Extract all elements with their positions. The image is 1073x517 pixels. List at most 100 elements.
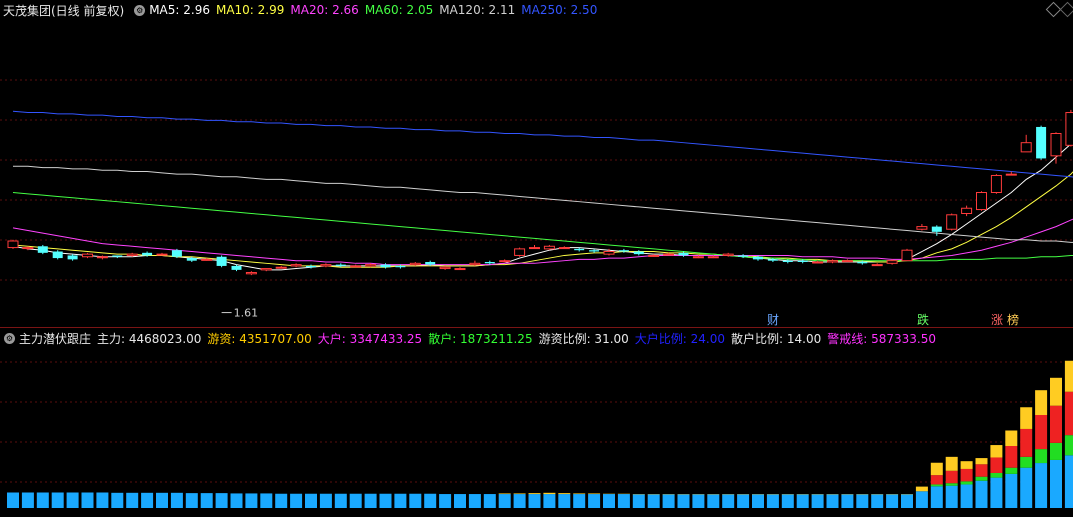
stack-bar-green: [1005, 467, 1018, 474]
candle-body: [722, 253, 734, 256]
stack-bar-green: [1035, 449, 1048, 464]
stack-bar-blue: [349, 493, 362, 508]
candle-body: [409, 262, 421, 266]
candle-body: [782, 260, 793, 262]
stack-bar-blue: [111, 492, 124, 508]
candle-body: [260, 268, 272, 271]
capital-bar-chart[interactable]: [0, 347, 1073, 512]
stack-bar-red: [1005, 446, 1018, 468]
candle-body: [112, 255, 123, 257]
candle-body: [306, 265, 316, 268]
youzi-label: 游资: 4351707.00: [207, 331, 312, 346]
candle-body: [320, 264, 332, 267]
stack-bar-yellow: [498, 493, 511, 495]
stack-bar-red: [930, 475, 943, 485]
stack-bar-blue: [766, 494, 779, 508]
tag-zhang[interactable]: 涨: [991, 311, 1003, 328]
stack-bar-yellow: [513, 493, 526, 495]
candle-body: [171, 250, 182, 257]
candle-body: [886, 260, 898, 264]
stack-bar-yellow: [975, 458, 988, 465]
stack-bar-blue: [886, 494, 899, 508]
stack-bar-blue: [573, 494, 586, 508]
stack-bar-blue: [737, 494, 750, 508]
stack-bar-red: [1050, 405, 1062, 443]
candle-body: [186, 258, 197, 261]
stack-bar-green: [975, 476, 988, 481]
youzi-ratio-label: 游资比例: 31.00: [538, 331, 629, 346]
stack-bar-blue: [722, 494, 735, 508]
candle-body: [901, 249, 913, 262]
sanhu-ratio-label: 散户比例: 14.00: [731, 331, 822, 346]
stack-bar-green: [960, 481, 973, 485]
candle-body: [1050, 133, 1062, 157]
stack-bar-blue: [51, 492, 64, 508]
stack-bar-red: [960, 468, 973, 482]
stack-bar-yellow: [543, 492, 556, 495]
stack-bar-blue: [409, 493, 422, 508]
ma120-label: MA120: 2.11: [439, 3, 516, 17]
stock-title[interactable]: 天茂集团(日线 前复权): [3, 2, 124, 19]
stack-bar-blue: [454, 494, 466, 508]
tag-bang[interactable]: 榜: [1007, 311, 1019, 328]
stack-bar-red: [990, 457, 1003, 473]
stack-bar-yellow: [588, 493, 601, 495]
stack-bar-blue: [141, 492, 154, 508]
stack-bar-blue: [439, 494, 452, 508]
ma-line-ma5: [12, 140, 1073, 271]
stack-bar-blue: [960, 484, 973, 508]
stack-bar-blue: [334, 493, 347, 508]
stack-bar-blue: [826, 494, 839, 508]
candle-body: [841, 260, 853, 263]
candle-body: [231, 265, 242, 270]
stack-bar-blue: [394, 493, 407, 508]
candle-body: [753, 256, 763, 260]
stack-bar-blue: [707, 494, 720, 508]
stack-bar-blue: [260, 493, 273, 508]
candlestick-chart[interactable]: 3.691.61: [0, 20, 1073, 327]
candle-body: [678, 252, 689, 256]
ma5-label: MA5: 2.96: [149, 3, 210, 17]
main-chart-header: 天茂集团(日线 前复权) ⚙ MA5: 2.96 MA10: 2.99 MA20…: [0, 0, 1073, 20]
ma250-label: MA250: 2.50: [521, 3, 598, 17]
stack-bar-blue: [424, 493, 437, 508]
candle-body: [22, 247, 34, 250]
settings-gear-icon-sub[interactable]: ⚙: [4, 332, 15, 344]
stack-bar-blue: [945, 485, 958, 508]
stack-bar-blue: [1020, 467, 1033, 508]
candle-body: [990, 174, 1002, 194]
stack-bar-blue: [66, 492, 79, 508]
tag-die[interactable]: 跌: [917, 311, 929, 328]
stack-bar-yellow: [528, 493, 541, 495]
candle-body: [37, 246, 48, 253]
stack-bar-yellow: [945, 456, 958, 471]
stack-bar-yellow: [990, 445, 1003, 458]
stack-bar-blue: [1005, 473, 1018, 508]
stack-bar-blue: [230, 493, 243, 508]
candle-body: [663, 253, 675, 256]
stack-bar-green: [1050, 442, 1062, 460]
stack-bar-green: [1020, 456, 1033, 468]
stack-bar-blue: [290, 493, 303, 508]
ma60-label: MA60: 2.05: [364, 3, 434, 17]
stack-bar-yellow: [573, 493, 586, 495]
candle-body: [871, 264, 883, 267]
stack-bar-yellow: [1050, 377, 1062, 406]
stack-bar-blue: [126, 492, 139, 508]
candle-body: [529, 247, 540, 250]
stack-bar-blue: [21, 492, 34, 508]
candle-body: [275, 266, 287, 269]
candle-body: [7, 240, 19, 249]
tag-cai[interactable]: 财: [767, 311, 779, 328]
candle-body: [603, 251, 615, 255]
stack-bar-blue: [990, 477, 1003, 508]
stack-bar-red: [1020, 428, 1033, 457]
candle-body: [52, 251, 63, 259]
settings-gear-icon[interactable]: ⚙: [134, 4, 146, 16]
candle-body: [365, 264, 377, 267]
indicator-title[interactable]: 主力潜伏跟庄: [19, 330, 91, 347]
stack-bar-blue: [513, 494, 526, 508]
stack-bar-red: [1035, 415, 1048, 450]
candle-body: [425, 262, 436, 265]
candle-body: [633, 251, 644, 255]
